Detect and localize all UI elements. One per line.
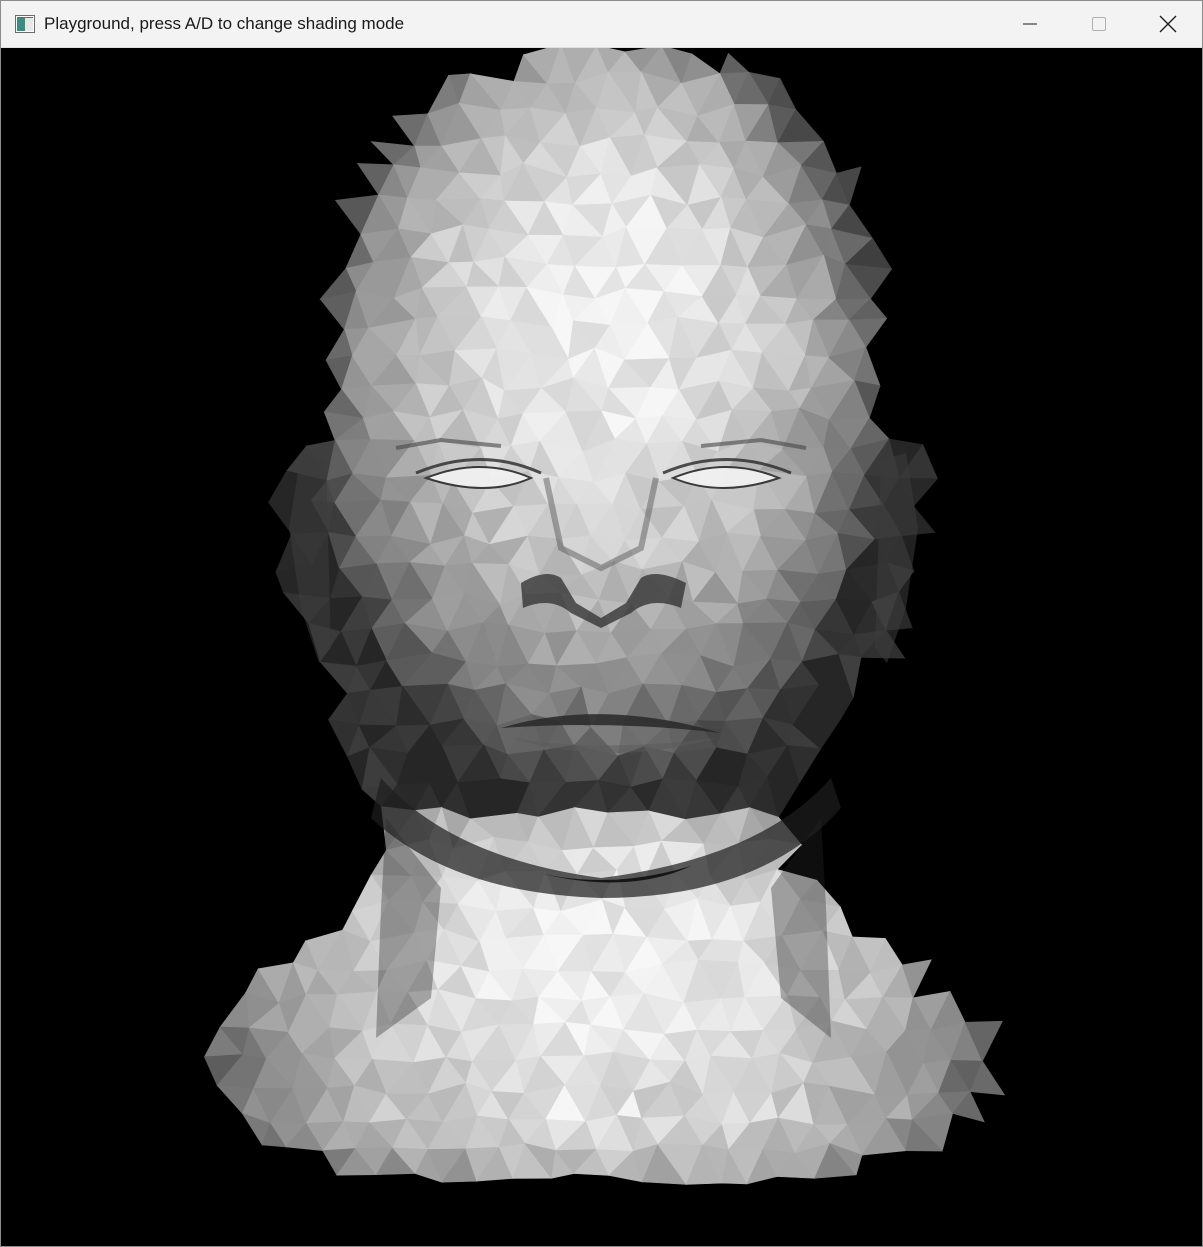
maximize-icon bbox=[1091, 17, 1106, 31]
close-button[interactable] bbox=[1133, 1, 1202, 47]
mesh-triangle bbox=[219, 992, 250, 1029]
title-bar[interactable]: Playground, press A/D to change shading … bbox=[1, 1, 1202, 48]
minimize-button[interactable] bbox=[995, 1, 1064, 47]
app-icon bbox=[15, 15, 35, 33]
app-window: Playground, press A/D to change shading … bbox=[0, 0, 1203, 1247]
mesh-triangle bbox=[719, 52, 750, 74]
head-mesh-render bbox=[203, 48, 1006, 1186]
maximize-button[interactable] bbox=[1064, 1, 1133, 47]
minimize-icon bbox=[1022, 23, 1037, 25]
close-icon bbox=[1159, 15, 1176, 33]
window-controls bbox=[995, 1, 1202, 47]
window-title: Playground, press A/D to change shading … bbox=[44, 14, 405, 33]
render-viewport[interactable] bbox=[1, 48, 1202, 1246]
